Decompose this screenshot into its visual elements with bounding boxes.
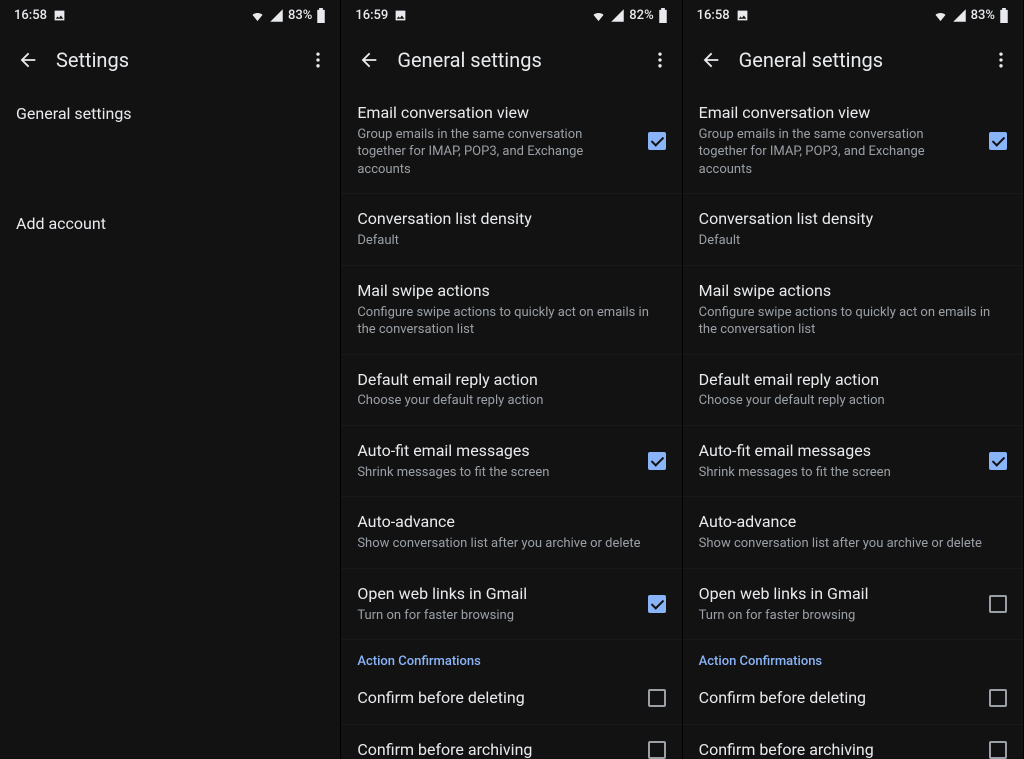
battery-icon: [999, 8, 1009, 23]
setting-email-conversation-view[interactable]: Email conversation view Group emails in …: [683, 88, 1023, 194]
page-title: General settings: [397, 48, 541, 72]
checkbox[interactable]: [648, 132, 666, 150]
checkbox[interactable]: [989, 132, 1007, 150]
checkbox[interactable]: [989, 595, 1007, 613]
app-bar: General settings: [341, 32, 681, 88]
checkbox[interactable]: [648, 452, 666, 470]
checkbox[interactable]: [989, 452, 1007, 470]
image-icon: [736, 9, 749, 22]
back-button[interactable]: [355, 46, 383, 74]
wifi-icon: [933, 8, 948, 23]
setting-mail-swipe-actions[interactable]: Mail swipe actions Configure swipe actio…: [683, 266, 1023, 355]
setting-open-web-links[interactable]: Open web links in Gmail Turn on for fast…: [341, 569, 681, 640]
setting-subtitle: Choose your default reply action: [699, 392, 999, 410]
app-bar: General settings: [683, 32, 1023, 88]
status-battery: 82%: [629, 8, 653, 23]
setting-auto-fit-messages[interactable]: Auto-fit email messages Shrink messages …: [341, 426, 681, 497]
status-bar: 16:59 82%: [341, 0, 681, 24]
setting-auto-fit-messages[interactable]: Auto-fit email messages Shrink messages …: [683, 426, 1023, 497]
page-title: Settings: [56, 48, 129, 72]
status-bar: 16:58 83%: [0, 0, 340, 24]
setting-title: Mail swipe actions: [699, 281, 999, 302]
back-button[interactable]: [697, 46, 725, 74]
checkbox[interactable]: [648, 595, 666, 613]
setting-subtitle: Configure swipe actions to quickly act o…: [357, 304, 657, 339]
wifi-icon: [591, 8, 606, 23]
setting-default-reply-action[interactable]: Default email reply action Choose your d…: [683, 355, 1023, 426]
setting-subtitle: Show conversation list after you archive…: [699, 535, 999, 553]
overflow-button[interactable]: [646, 46, 674, 74]
app-bar: Settings: [0, 32, 340, 88]
setting-title: Auto-fit email messages: [357, 441, 631, 462]
setting-title: Conversation list density: [699, 209, 999, 230]
general-settings-item[interactable]: General settings: [0, 88, 340, 168]
page-title: General settings: [739, 48, 883, 72]
overflow-button[interactable]: [304, 46, 332, 74]
setting-title: Auto-fit email messages: [699, 441, 973, 462]
image-icon: [394, 9, 407, 22]
setting-auto-advance[interactable]: Auto-advance Show conversation list afte…: [683, 497, 1023, 568]
battery-icon: [316, 8, 326, 23]
setting-title: Email conversation view: [699, 103, 973, 124]
setting-open-web-links[interactable]: Open web links in Gmail Turn on for fast…: [683, 569, 1023, 640]
setting-title: Mail swipe actions: [357, 281, 657, 302]
setting-title: Open web links in Gmail: [357, 584, 631, 605]
setting-subtitle: Group emails in the same conversation to…: [357, 126, 631, 179]
setting-auto-advance[interactable]: Auto-advance Show conversation list afte…: [341, 497, 681, 568]
setting-title: Conversation list density: [357, 209, 657, 230]
section-header-action-confirmations: Action Confirmations: [683, 640, 1023, 673]
setting-title: Confirm before archiving: [699, 740, 973, 759]
signal-icon: [269, 8, 284, 23]
back-button[interactable]: [14, 46, 42, 74]
battery-icon: [658, 8, 668, 23]
setting-title: Auto-advance: [357, 512, 657, 533]
setting-subtitle: Default: [357, 232, 657, 250]
setting-title: Open web links in Gmail: [699, 584, 973, 605]
setting-title: Email conversation view: [357, 103, 631, 124]
overflow-button[interactable]: [987, 46, 1015, 74]
checkbox[interactable]: [989, 741, 1007, 759]
setting-subtitle: Choose your default reply action: [357, 392, 657, 410]
setting-confirm-archive[interactable]: Confirm before archiving: [683, 725, 1023, 759]
setting-default-reply-action[interactable]: Default email reply action Choose your d…: [341, 355, 681, 426]
signal-icon: [952, 8, 967, 23]
setting-email-conversation-view[interactable]: Email conversation view Group emails in …: [341, 88, 681, 194]
setting-mail-swipe-actions[interactable]: Mail swipe actions Configure swipe actio…: [341, 266, 681, 355]
wifi-icon: [250, 8, 265, 23]
setting-confirm-delete[interactable]: Confirm before deleting: [683, 673, 1023, 725]
status-battery: 83%: [288, 8, 312, 23]
setting-title: Confirm before archiving: [357, 740, 631, 759]
setting-title: Default email reply action: [699, 370, 999, 391]
status-time: 16:59: [355, 8, 388, 23]
section-header-action-confirmations: Action Confirmations: [341, 640, 681, 673]
setting-conversation-list-density[interactable]: Conversation list density Default: [683, 194, 1023, 265]
setting-subtitle: Show conversation list after you archive…: [357, 535, 657, 553]
status-time: 16:58: [697, 8, 730, 23]
signal-icon: [610, 8, 625, 23]
checkbox[interactable]: [989, 689, 1007, 707]
setting-confirm-delete[interactable]: Confirm before deleting: [341, 673, 681, 725]
image-icon: [53, 9, 66, 22]
checkbox[interactable]: [648, 741, 666, 759]
setting-confirm-archive[interactable]: Confirm before archiving: [341, 725, 681, 759]
setting-subtitle: Turn on for faster browsing: [699, 607, 973, 625]
setting-subtitle: Group emails in the same conversation to…: [699, 126, 973, 179]
setting-title: Confirm before deleting: [699, 688, 973, 709]
setting-subtitle: Shrink messages to fit the screen: [357, 464, 631, 482]
setting-subtitle: Configure swipe actions to quickly act o…: [699, 304, 999, 339]
setting-title: Auto-advance: [699, 512, 999, 533]
setting-title: Confirm before deleting: [357, 688, 631, 709]
setting-title: Default email reply action: [357, 370, 657, 391]
setting-subtitle: Turn on for faster browsing: [357, 607, 631, 625]
checkbox[interactable]: [648, 689, 666, 707]
status-time: 16:58: [14, 8, 47, 23]
add-account-item[interactable]: Add account: [0, 198, 340, 278]
status-battery: 83%: [971, 8, 995, 23]
setting-subtitle: Default: [699, 232, 999, 250]
status-bar: 16:58 83%: [683, 0, 1023, 24]
setting-conversation-list-density[interactable]: Conversation list density Default: [341, 194, 681, 265]
setting-subtitle: Shrink messages to fit the screen: [699, 464, 973, 482]
